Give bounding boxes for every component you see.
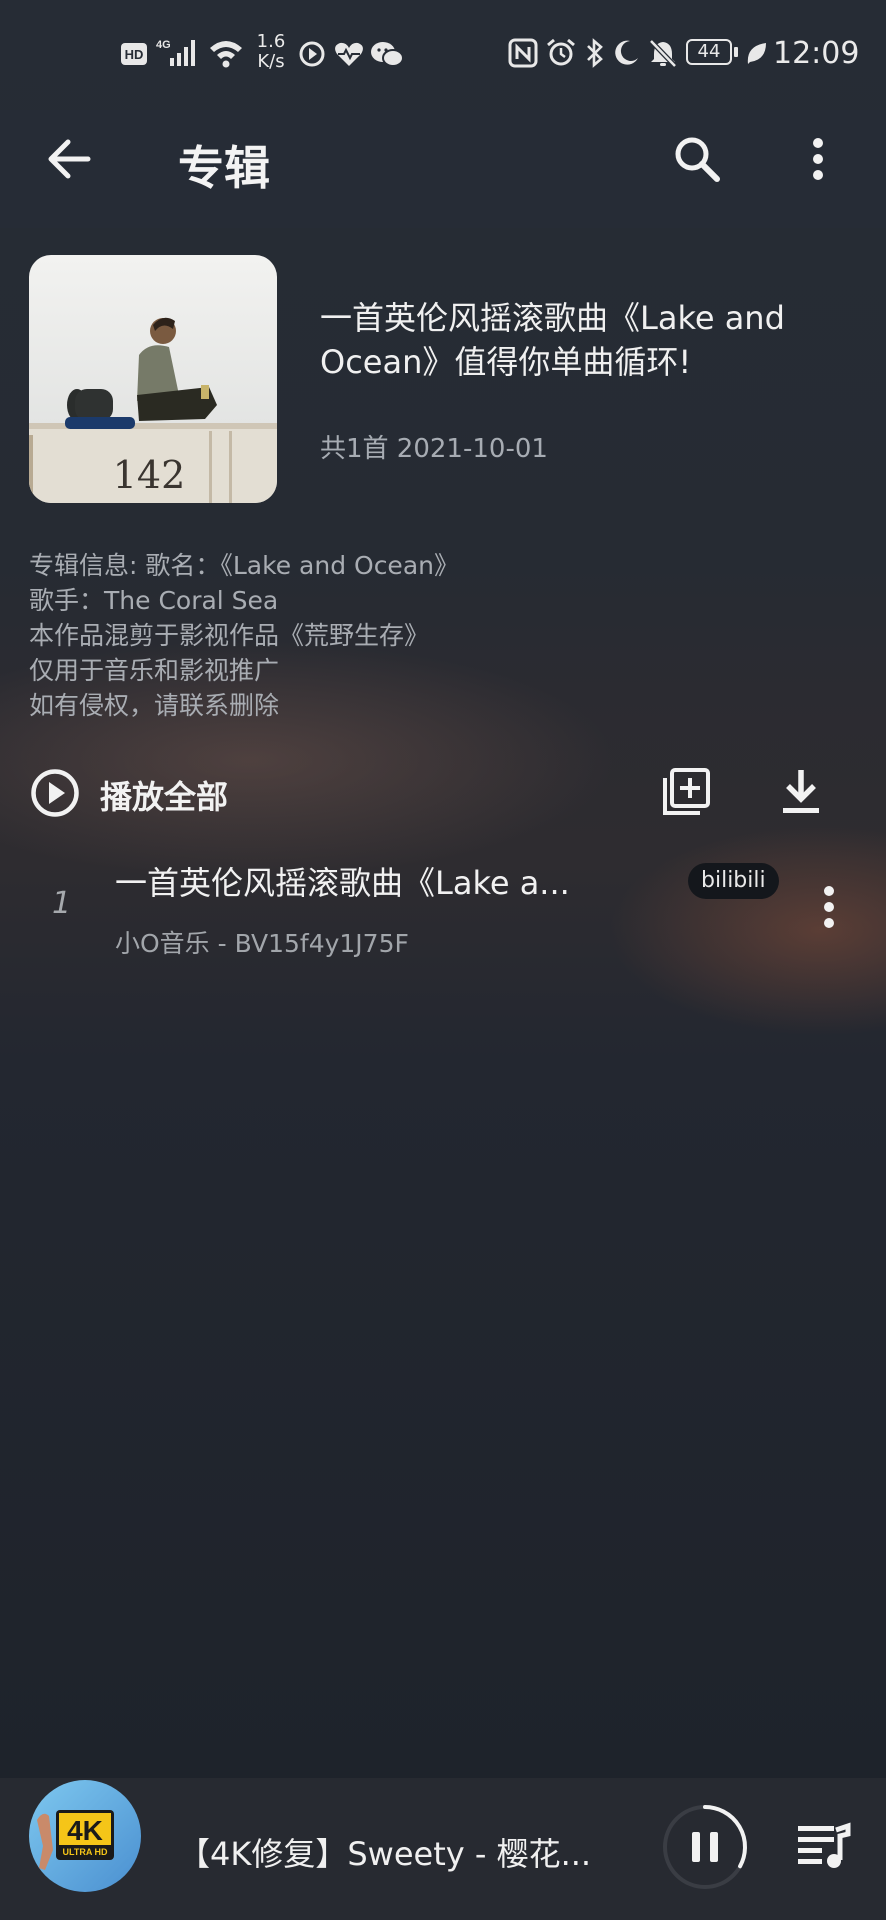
wechat-icon [371, 42, 404, 67]
clock: 12:09 [773, 36, 860, 71]
mini-player-cover[interactable]: 4K ULTRA HD [29, 1780, 141, 1892]
alarm-icon [547, 38, 575, 66]
bluetooth-icon [587, 38, 603, 68]
album-cover: 142 [29, 255, 277, 503]
health-heart-icon [335, 42, 363, 66]
song-index: 1 [52, 886, 72, 921]
leaf-icon [747, 43, 766, 64]
battery-indicator: 44 [686, 39, 732, 65]
cover-number: 142 [113, 453, 186, 497]
song-more-icon[interactable] [817, 884, 841, 930]
hd-icon: HD [121, 43, 147, 65]
network-speed-unit: K/s [257, 51, 285, 72]
network-speed-value: 1.6 [256, 31, 286, 52]
svg-text:HD: HD [125, 47, 144, 62]
pause-bar-left [692, 1832, 700, 1862]
album-title-line-1: 一首英伦风摇滚歌曲《Lake and [320, 299, 785, 337]
album-description: 专辑信息: 歌名：《Lake and Ocean》 歌手：The Coral S… [29, 548, 849, 723]
status-bar: HD 4G 1.6 K/s 44 12:09 [0, 0, 886, 110]
more-vertical-icon[interactable] [806, 134, 830, 184]
wifi-icon [210, 41, 242, 68]
back-arrow-icon[interactable] [44, 134, 94, 184]
source-badge: bilibili [688, 863, 779, 899]
description-line: 专辑信息: 歌名：《Lake and Ocean》 [29, 551, 459, 580]
description-line: 如有侵权，请联系删除 [29, 691, 280, 720]
pause-button[interactable] [662, 1804, 748, 1890]
nfc-icon [508, 38, 538, 68]
description-line: 歌手：The Coral Sea [29, 586, 279, 615]
signal-4g-icon: 4G [156, 39, 195, 66]
description-line: 本作品混剪于影视作品《荒野生存》 [29, 621, 430, 650]
play-circle-icon [299, 41, 325, 67]
app-bar: 专辑 [0, 110, 886, 228]
search-icon[interactable] [672, 134, 722, 184]
network-speed: 1.6 K/s [253, 32, 289, 72]
svg-text:4G: 4G [156, 39, 171, 51]
add-to-playlist-icon[interactable] [660, 766, 712, 818]
moon-icon [615, 40, 638, 65]
album-meta: 共1首 2021-10-01 [320, 434, 548, 464]
download-icon[interactable] [780, 768, 822, 816]
pause-bar-right [710, 1832, 718, 1862]
play-all-label: 播放全部 [100, 778, 229, 816]
song-title: 一首英伦风摇滚歌曲《Lake a... [115, 864, 570, 902]
playlist-queue-icon[interactable] [796, 1820, 852, 1870]
description-line: 仅用于音乐和影视推广 [29, 656, 280, 685]
song-subtitle: 小O音乐 - BV15f4y1J75F [115, 929, 409, 958]
album-title-line-2: Ocean》值得你单曲循环! [320, 343, 692, 381]
album-title: 一首英伦风摇滚歌曲《Lake and Ocean》值得你单曲循环! [320, 296, 840, 384]
cover-badge-main: 4K [67, 1815, 103, 1846]
mini-player-title: 【4K修复】Sweety - 樱花... [178, 1835, 592, 1873]
play-circle-icon [31, 769, 79, 817]
battery-tip [734, 47, 738, 57]
cover-badge-sub: ULTRA HD [63, 1847, 108, 1857]
mute-bell-icon [649, 39, 677, 68]
page-title: 专辑 [178, 141, 270, 195]
